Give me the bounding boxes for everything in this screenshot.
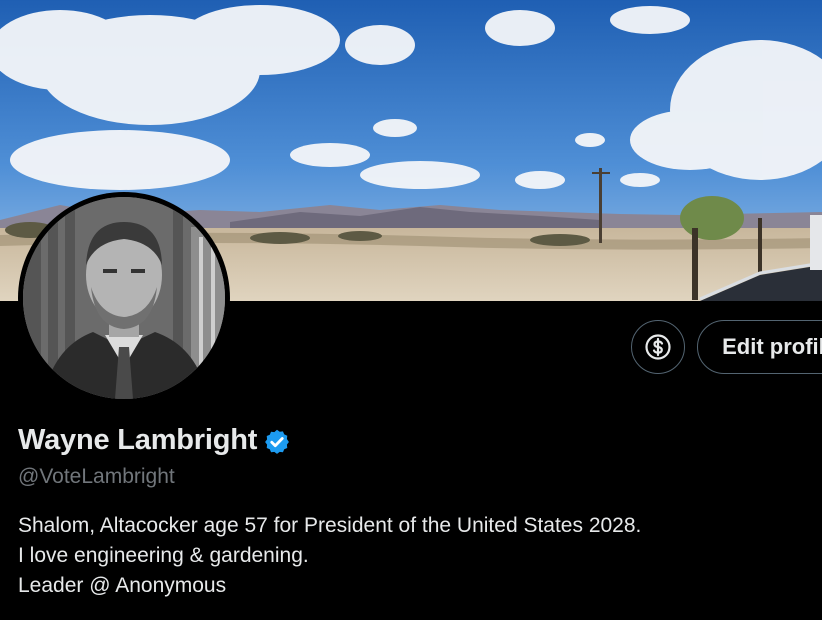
bio-line: Leader @ Anonymous [18,574,227,597]
profile-bio: Shalom, Altacocker age 57 for President … [18,511,808,601]
avatar[interactable] [18,192,230,404]
dollar-icon [645,334,671,360]
display-name: Wayne Lambright [18,424,258,456]
edit-profile-button[interactable]: Edit profile [697,320,822,374]
profile-info: Wayne Lambright @VoteLambright Shalom, A… [18,424,808,601]
avatar-image [23,197,225,399]
bio-line: Shalom, Altacocker age 57 for President … [18,514,642,537]
bio-line: I love engineering & gardening. [18,544,309,567]
tip-button[interactable] [631,320,686,374]
user-handle: @VoteLambright [18,465,175,488]
verified-badge-icon[interactable] [263,428,291,456]
